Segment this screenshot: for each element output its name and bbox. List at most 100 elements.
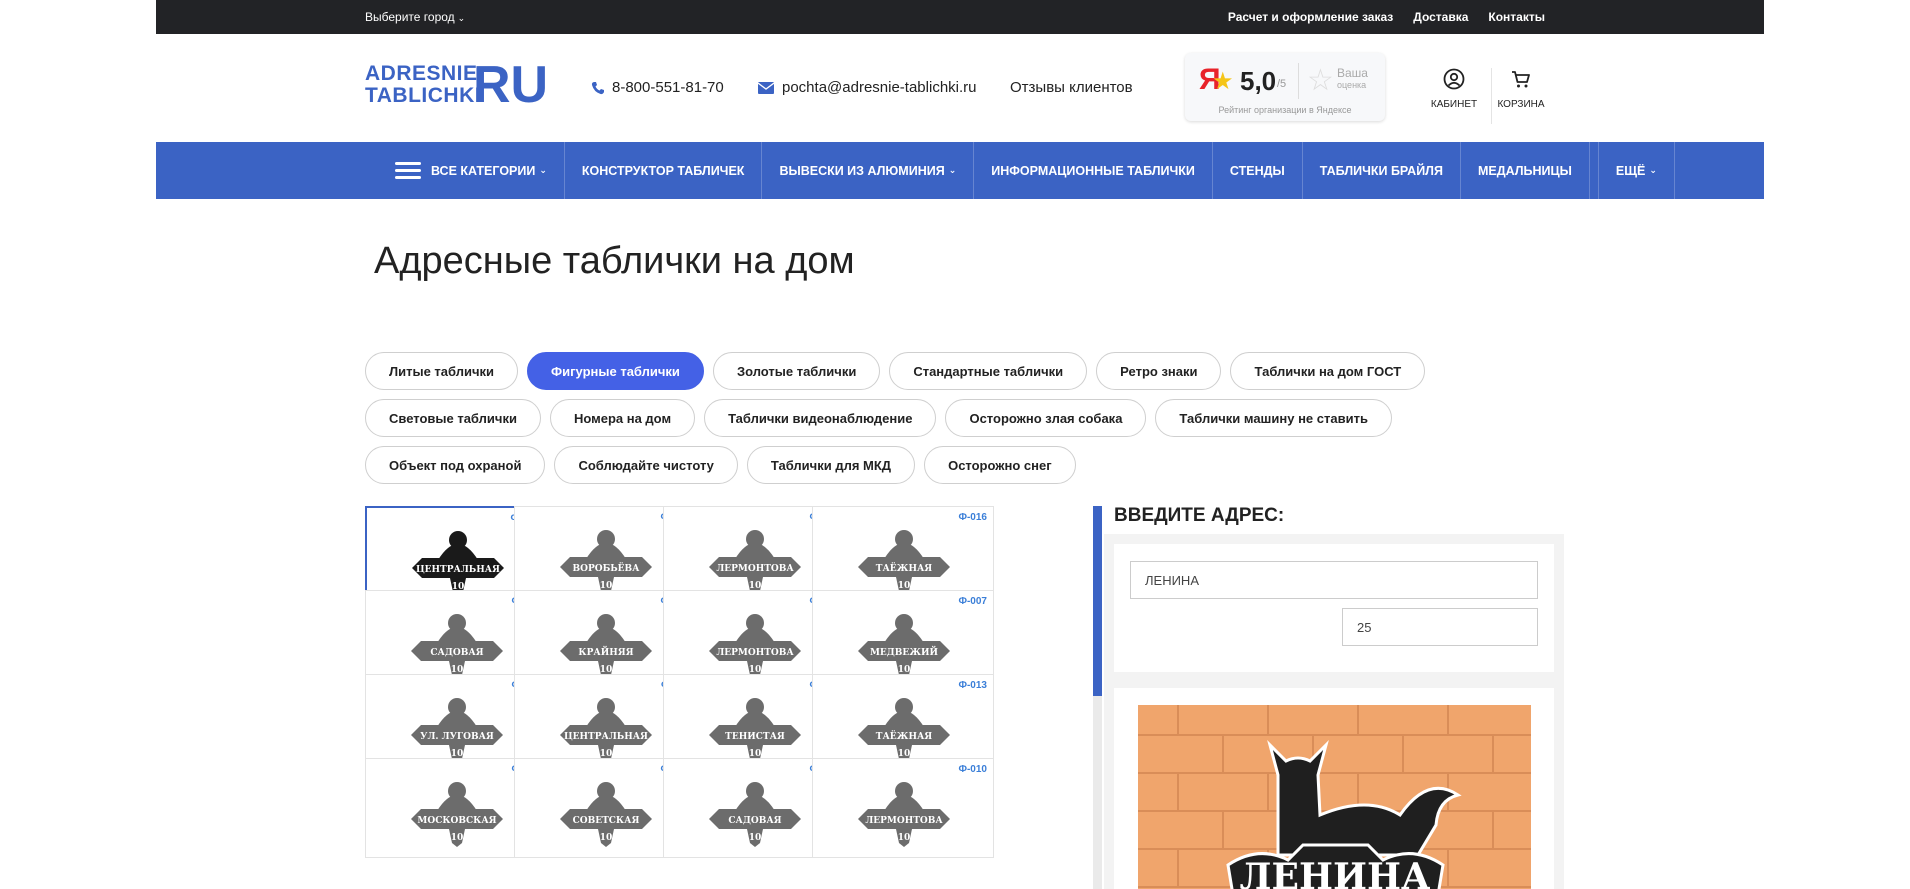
nav-label: Информационные таблички (991, 163, 1195, 178)
nav-braille[interactable]: Таблички Брайля (1303, 142, 1461, 199)
street-input[interactable] (1130, 561, 1538, 599)
chevron-down-icon: ⌄ (457, 13, 466, 23)
nav-aluminium-signs[interactable]: Вывески из алюминия ⌄ (762, 142, 975, 199)
category-pill[interactable]: Литые таблички (365, 352, 519, 390)
sign-design-icon: САДОВАЯ10 (411, 614, 503, 679)
nav-label: Стенды (1229, 163, 1285, 178)
your-rating-line1: Ваша (1337, 66, 1368, 80)
design-street-text: УЛ. ЛУГОВАЯ (420, 732, 494, 742)
nav-label: Все категории (431, 163, 536, 178)
sign-design-icon: ВОРОБЬЁВА10 (560, 530, 652, 595)
category-pill[interactable]: Фигурные таблички (527, 352, 704, 390)
sign-design-icon: САДОВАЯ10 (709, 782, 801, 847)
sign-design-icon: МЕДВЕЖИЙ10 (858, 614, 950, 679)
yandex-rating-widget[interactable]: Я ★ 5,0 /5 ☆ Ваша оценка Рейтинг организа… (1185, 53, 1385, 121)
header-phone[interactable]: 8-800-551-81-70 (591, 79, 724, 96)
nav-all-categories[interactable]: Все категории ⌄ (378, 142, 565, 199)
page-title: Адресные таблички на дом (374, 240, 855, 282)
category-pill[interactable]: Таблички видеонаблюдение (704, 399, 937, 437)
design-street-text: ЦЕНТРАЛЬНАЯ (564, 732, 648, 742)
user-icon (1443, 68, 1465, 90)
top-links: Расчет и оформление заказ Доставка Конта… (1228, 10, 1545, 24)
design-grid: Ф-001ЦЕНТРАЛЬНАЯ10Ф-017ВОРОБЬЁВА10Ф-003Л… (365, 506, 1091, 889)
category-pill[interactable]: Световые таблички (365, 399, 541, 437)
sign-design-icon: ТАЁЖНАЯ10 (858, 530, 950, 595)
city-selector-label: Выберите город (365, 10, 455, 24)
address-form-title: ВВЕДИТЕ АДРЕС: (1114, 505, 1285, 526)
scrollbar-thumb[interactable] (1093, 506, 1102, 696)
sign-design-icon: ТАЁЖНАЯ10 (858, 698, 950, 763)
design-street-text: САДОВАЯ (728, 816, 781, 826)
main-nav: Все категории ⌄ Конструктор табличек Выве… (156, 142, 1764, 199)
top-link-contacts[interactable]: Контакты (1488, 10, 1545, 24)
category-pill[interactable]: Золотые таблички (712, 352, 881, 390)
top-link-delivery[interactable]: Доставка (1413, 10, 1468, 24)
house-number-input[interactable] (1342, 608, 1538, 646)
sign-design-icon: ЛЕРМОНТОВА 10 (858, 782, 950, 847)
design-street-text: СОВЕТСКАЯ (573, 816, 640, 826)
sign-preview-card: ЛЕНИНА (1114, 688, 1554, 889)
design-street-text: ЦЕНТРАЛЬНАЯ (416, 565, 500, 575)
address-form (1114, 544, 1554, 672)
nav-label: Вывески из алюминия (779, 163, 945, 178)
nav-constructor[interactable]: Конструктор табличек (565, 142, 763, 199)
nav-label: Медальницы (1477, 163, 1572, 178)
your-rating-line2: оценка (1337, 80, 1367, 90)
logo-ru: RU (473, 56, 549, 114)
cart-button[interactable]: Корзина (1486, 68, 1556, 110)
category-pill[interactable]: Номера на дом (549, 399, 696, 437)
category-pill[interactable]: Осторожно злая собака (945, 399, 1147, 437)
star-icon: ★ (1212, 68, 1234, 95)
rating-score: 5,0 (1240, 66, 1277, 96)
chevron-down-icon: ⌄ (1649, 165, 1657, 175)
category-pill[interactable]: Стандартные таблички (889, 352, 1088, 390)
nav-info-signs[interactable]: Информационные таблички (974, 142, 1213, 199)
sign-design-icon: ЦЕНТРАЛЬНАЯ10 (412, 531, 504, 596)
reviews-link[interactable]: Отзывы клиентов (1010, 79, 1133, 96)
chevron-down-icon: ⌄ (539, 165, 547, 175)
category-row: Литые таблички Фигурные таблички Золотые т… (365, 352, 1435, 390)
design-street-text: САДОВАЯ (430, 648, 483, 658)
category-pill[interactable]: Ретро знаки (1096, 352, 1222, 390)
sign-design-icon: МОСКОВСКАЯ 10 (411, 782, 503, 847)
city-selector[interactable]: Выберите город ⌄ (365, 10, 465, 24)
cart-icon (1512, 71, 1530, 88)
mail-icon (758, 81, 774, 94)
nav-more[interactable]: Ещё ⌄ (1597, 142, 1675, 199)
cabinet-label: Кабинет (1430, 99, 1478, 110)
preview-street-text: ЛЕНИНА (1240, 856, 1431, 889)
category-pill[interactable]: Объект под охраной (365, 446, 546, 484)
design-code: Ф-013 (958, 680, 987, 691)
site-logo[interactable]: ADRESNIE TABLICHKI RU (365, 59, 548, 111)
empty-star-icon[interactable]: ☆ (1307, 63, 1334, 98)
design-number-text: 10 (898, 833, 911, 843)
phone-icon (591, 81, 604, 94)
category-pill[interactable]: Таблички на дом ГОСТ (1230, 352, 1426, 390)
top-link-order[interactable]: Расчет и оформление заказ (1228, 10, 1393, 24)
header-email[interactable]: pochta@adresnie-tablichki.ru (758, 79, 977, 96)
design-code: Ф-007 (958, 596, 987, 607)
rating-scale: /5 (1277, 78, 1287, 90)
design-street-text: ЛЕРМОНТОВА (865, 816, 943, 826)
design-street-text: ТЕНИСТАЯ (725, 732, 785, 742)
design-tile[interactable]: Ф-010 ЛЕРМОНТОВА 10 (812, 758, 994, 858)
grid-scrollbar[interactable] (1093, 506, 1102, 889)
sign-design-icon: ЦЕНТРАЛЬНАЯ10 (560, 698, 652, 763)
cabinet-button[interactable]: Кабинет (1419, 68, 1489, 110)
category-pill[interactable]: Таблички машину не ставить (1155, 399, 1392, 437)
sign-design-icon: ТЕНИСТАЯ10 (709, 698, 801, 763)
category-pill[interactable]: Соблюдайте чистоту (554, 446, 738, 484)
category-pill[interactable]: Таблички для МКД (746, 446, 916, 484)
nav-medal-holders[interactable]: Медальницы (1461, 142, 1590, 199)
sign-design-icon: УЛ. ЛУГОВАЯ10 (411, 698, 503, 763)
design-street-text: ЛЕРМОНТОВА (716, 564, 794, 574)
your-rating-label[interactable]: Ваша оценка (1337, 67, 1368, 91)
rating-divider (1298, 63, 1299, 99)
rating-caption: Рейтинг организации в Яндексе (1218, 105, 1352, 115)
nav-stands[interactable]: Стенды (1213, 142, 1303, 199)
design-street-text: ЛЕРМОНТОВА (716, 648, 794, 658)
category-pill[interactable]: Осторожно снег (924, 446, 1076, 484)
design-code: Ф-010 (958, 764, 987, 775)
category-row: Световые таблички Номера на дом Таблички в… (365, 399, 1435, 437)
page: Выберите город ⌄ Расчет и оформление зака… (0, 0, 1910, 889)
